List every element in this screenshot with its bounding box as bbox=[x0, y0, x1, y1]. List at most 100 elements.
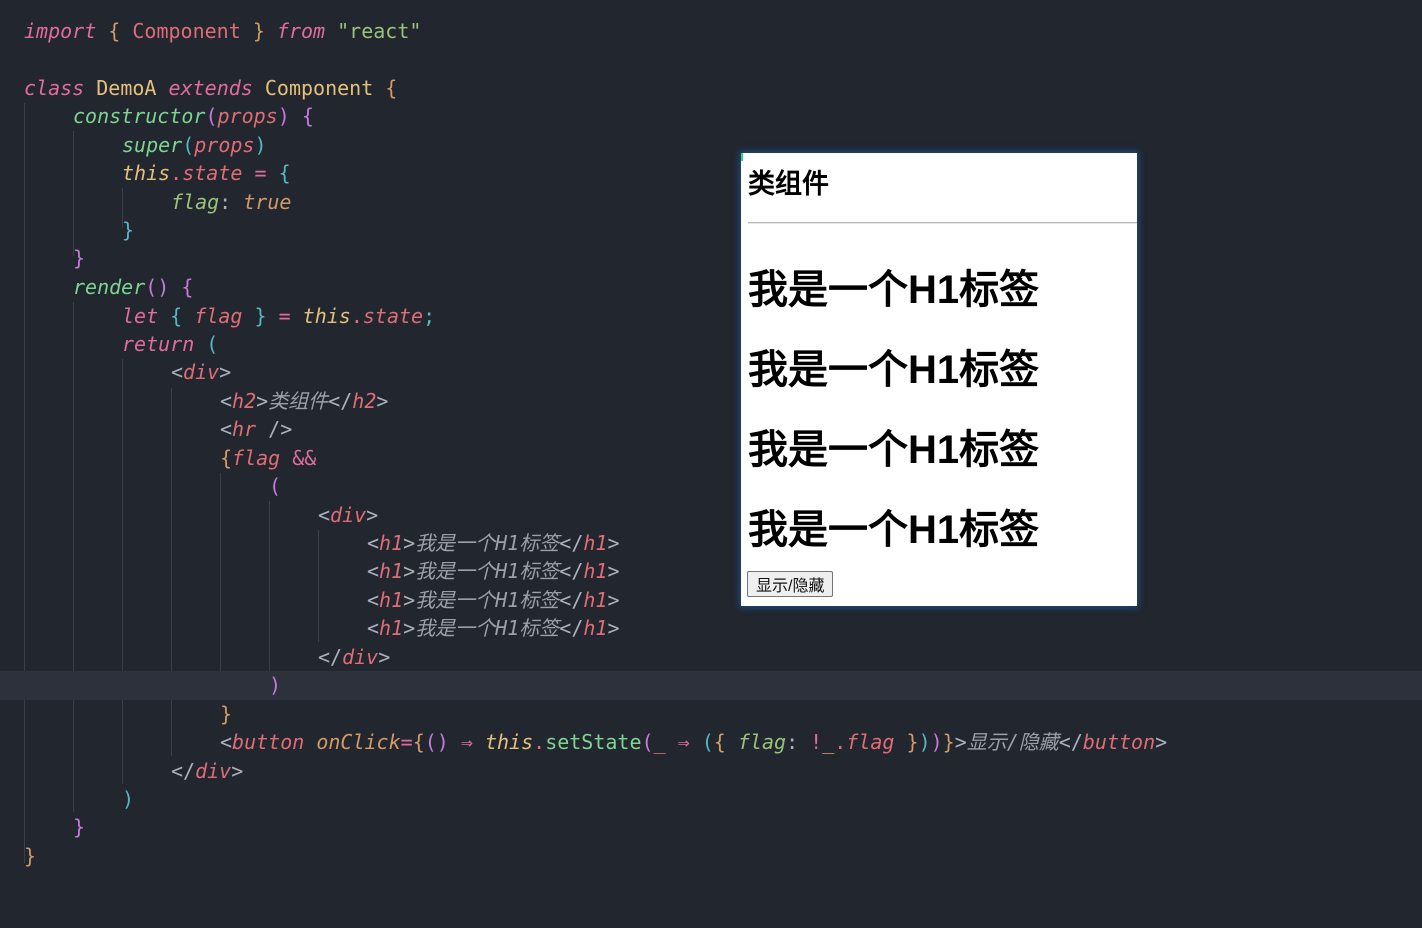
token: button bbox=[1082, 730, 1156, 754]
token: onClick bbox=[316, 730, 401, 754]
token: h1 bbox=[583, 588, 608, 612]
token: > bbox=[219, 360, 232, 384]
token: ( bbox=[701, 730, 714, 754]
token: div bbox=[183, 360, 220, 384]
token: 类组件 bbox=[268, 389, 329, 413]
token: = bbox=[254, 161, 267, 185]
token: { bbox=[278, 161, 291, 185]
token: } bbox=[73, 815, 86, 839]
token: hr bbox=[232, 417, 257, 441]
code-line-11[interactable]: let { flag } = this.state; bbox=[0, 302, 1422, 331]
code-line-18[interactable]: <div> bbox=[0, 501, 1422, 530]
code-line-29[interactable]: } bbox=[0, 813, 1422, 842]
code-line-13[interactable]: <div> bbox=[0, 358, 1422, 387]
token: class bbox=[24, 76, 85, 100]
code-line-22[interactable]: <h1>我是一个H1标签</h1> bbox=[0, 614, 1422, 643]
token: { bbox=[412, 730, 425, 754]
token: < bbox=[367, 588, 380, 612]
preview-h1-item: 我是一个H1标签 bbox=[748, 268, 1040, 312]
token: > bbox=[607, 616, 620, 640]
code-line-21[interactable]: <h1>我是一个H1标签</h1> bbox=[0, 586, 1422, 615]
token: > bbox=[403, 559, 416, 583]
token: div bbox=[342, 645, 379, 669]
code-line-23[interactable]: </div> bbox=[0, 643, 1422, 672]
preview-divider bbox=[748, 222, 1137, 224]
token: button bbox=[232, 730, 305, 754]
token: > bbox=[256, 389, 269, 413]
token: div bbox=[195, 759, 232, 783]
code-line-17[interactable]: ( bbox=[0, 472, 1422, 501]
code-line-12[interactable]: return ( bbox=[0, 330, 1422, 359]
token: > bbox=[231, 759, 244, 783]
token: this bbox=[122, 161, 171, 185]
token: ( bbox=[269, 474, 282, 498]
token: () bbox=[424, 730, 449, 754]
token: h2 bbox=[232, 389, 257, 413]
token: </ bbox=[1058, 730, 1083, 754]
token: } bbox=[73, 246, 86, 270]
token: { bbox=[301, 104, 314, 128]
token: { bbox=[385, 76, 398, 100]
code-line-27[interactable]: </div> bbox=[0, 757, 1422, 786]
token: : bbox=[786, 730, 799, 754]
token: 显示/隐藏 bbox=[966, 730, 1059, 754]
code-line-30[interactable]: } bbox=[0, 842, 1422, 871]
token: } bbox=[254, 304, 267, 328]
token: 我是一个H1标签 bbox=[415, 559, 560, 583]
token: 我是一个H1标签 bbox=[415, 588, 560, 612]
code-line-4[interactable]: constructor(props) { bbox=[0, 102, 1422, 131]
code-line-6[interactable]: this.state = { bbox=[0, 159, 1422, 188]
token: setState bbox=[545, 730, 642, 754]
code-editor[interactable]: import { Component } from "react" class … bbox=[0, 0, 1422, 868]
token: < bbox=[220, 730, 233, 754]
code-line-5[interactable]: super(props) bbox=[0, 131, 1422, 160]
token: ) bbox=[269, 673, 282, 697]
code-line-1[interactable]: import { Component } from "react" bbox=[0, 17, 1422, 46]
token: . bbox=[533, 730, 546, 754]
code-line-28[interactable]: ) bbox=[0, 785, 1422, 814]
code-line-10[interactable]: render() { bbox=[0, 273, 1422, 302]
token: _ bbox=[653, 730, 666, 754]
token: super bbox=[122, 133, 183, 157]
code-line-24-current[interactable]: ) bbox=[0, 671, 1422, 700]
code-line-14[interactable]: <h2>类组件</h2> bbox=[0, 387, 1422, 416]
code-line-15[interactable]: <hr /> bbox=[0, 415, 1422, 444]
token: < bbox=[220, 417, 233, 441]
token: ) bbox=[918, 730, 931, 754]
token: flag bbox=[171, 190, 220, 214]
token: { bbox=[220, 446, 233, 470]
token: { bbox=[181, 275, 194, 299]
token: } bbox=[942, 730, 955, 754]
code-line-9[interactable]: } bbox=[0, 244, 1422, 273]
token: render bbox=[73, 275, 146, 299]
token: ( bbox=[205, 104, 218, 128]
token: state bbox=[182, 161, 243, 185]
browser-preview-window: 类组件 我是一个H1标签 我是一个H1标签 我是一个H1标签 我是一个H1标签 … bbox=[741, 153, 1137, 606]
code-line-7[interactable]: flag: true bbox=[0, 188, 1422, 217]
token: } bbox=[906, 730, 919, 754]
token: flag bbox=[232, 446, 281, 470]
token: () bbox=[145, 275, 170, 299]
token: } bbox=[24, 844, 37, 868]
toggle-visibility-button[interactable]: 显示/隐藏 bbox=[747, 571, 834, 597]
code-line-20[interactable]: <h1>我是一个H1标签</h1> bbox=[0, 557, 1422, 586]
token: extends bbox=[168, 76, 253, 100]
token: return bbox=[122, 332, 195, 356]
code-line-8[interactable]: } bbox=[0, 216, 1422, 245]
token: this bbox=[302, 304, 351, 328]
preview-h1-item: 我是一个H1标签 bbox=[748, 428, 1040, 472]
token: } bbox=[252, 19, 265, 43]
code-line-25[interactable]: } bbox=[0, 700, 1422, 729]
token: < bbox=[367, 616, 380, 640]
code-line-3[interactable]: class DemoA extends Component { bbox=[0, 74, 1422, 103]
token: h1 bbox=[583, 559, 608, 583]
token: . bbox=[834, 730, 847, 754]
token: < bbox=[171, 360, 184, 384]
token: > bbox=[954, 730, 967, 754]
code-line-16[interactable]: {flag && bbox=[0, 444, 1422, 473]
code-line-26[interactable]: <button onClick={() ⇒ this.setState(_ ⇒ … bbox=[0, 728, 1422, 757]
token: 我是一个H1标签 bbox=[415, 531, 560, 555]
token: { bbox=[170, 304, 183, 328]
code-line-19[interactable]: <h1>我是一个H1标签</h1> bbox=[0, 529, 1422, 558]
token: let bbox=[122, 304, 159, 328]
